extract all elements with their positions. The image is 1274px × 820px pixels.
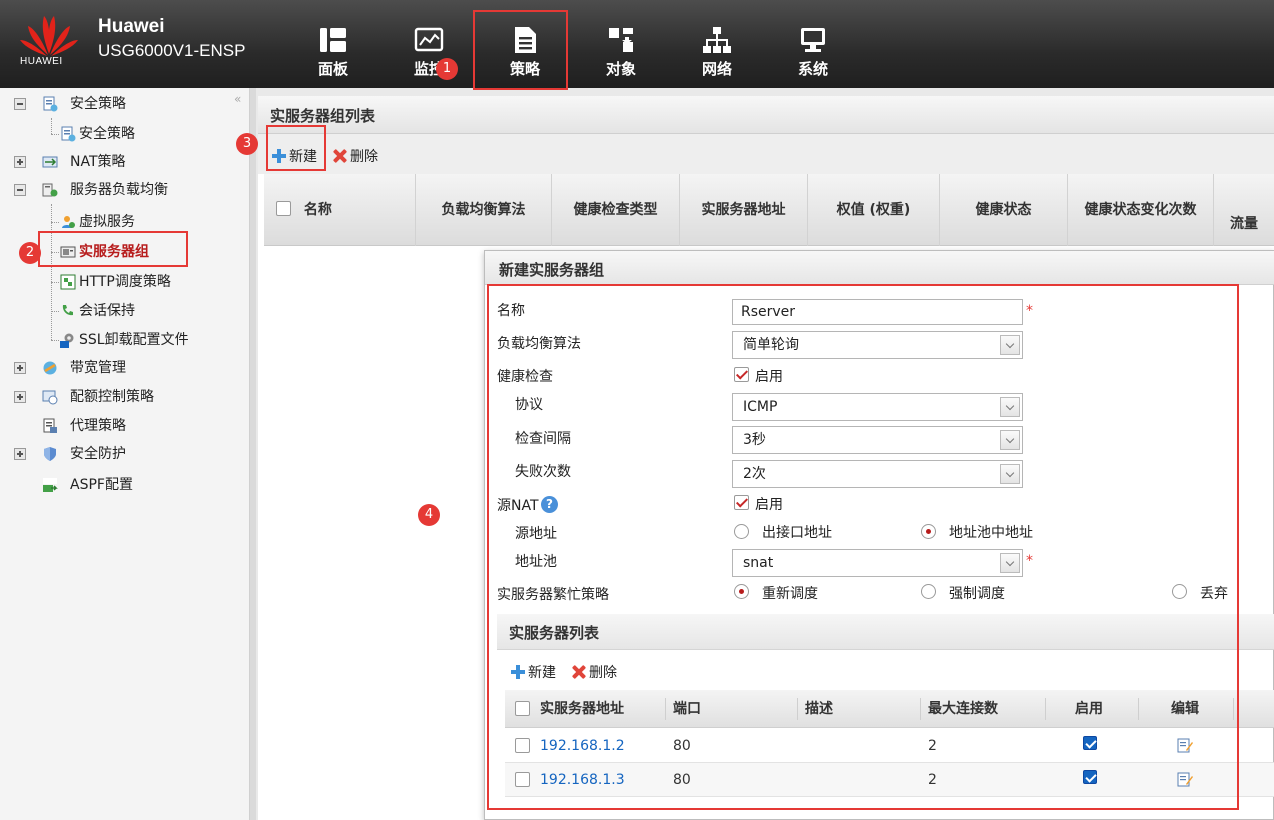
top-bar: HUAWEI Huawei USG6000V1-ENSP 面板 监控 策略 对象… bbox=[0, 0, 1274, 88]
highlight-real-server-group bbox=[38, 231, 188, 267]
sidebar-item-label: 安全防护 bbox=[70, 446, 126, 462]
delete-button-label: 删除 bbox=[350, 149, 378, 165]
highlight-nav-policy bbox=[473, 10, 568, 90]
list-panel-header: 实服务器组列表 bbox=[258, 96, 1274, 134]
panel-title: 实服务器组列表 bbox=[270, 107, 376, 125]
system-computer-icon bbox=[801, 28, 825, 52]
highlight-new-button bbox=[266, 125, 326, 171]
object-icon bbox=[609, 28, 633, 52]
nav-label: 系统 bbox=[797, 60, 828, 78]
highlight-dialog-form bbox=[487, 284, 1239, 810]
sidebar-item-label: HTTP调度策略 bbox=[79, 274, 171, 290]
sidebar-splitter[interactable] bbox=[250, 88, 256, 820]
shield-icon bbox=[44, 447, 56, 461]
device-model: USG6000V1-ENSP bbox=[98, 41, 246, 60]
dashboard-icon bbox=[320, 28, 346, 52]
list-toolbar: 新建 删除 bbox=[258, 134, 1274, 174]
nav-dashboard[interactable]: 面板 bbox=[287, 0, 379, 88]
logo-text: HUAWEI bbox=[20, 56, 63, 67]
nav-label: 面板 bbox=[317, 60, 348, 78]
col-health-check-type[interactable]: 健康检查类型 bbox=[552, 174, 680, 246]
phone-session-icon bbox=[62, 305, 73, 316]
http-policy-icon bbox=[60, 274, 76, 290]
collapse-icon[interactable] bbox=[14, 184, 26, 196]
proxy-policy-icon bbox=[43, 418, 57, 433]
tree-line bbox=[51, 118, 52, 134]
sidebar-item-label: 配额控制策略 bbox=[70, 389, 154, 405]
nav-network[interactable]: 网络 bbox=[671, 0, 763, 88]
nav-label: 网络 bbox=[701, 60, 732, 78]
select-all-checkbox[interactable] bbox=[276, 201, 291, 216]
bandwidth-icon bbox=[43, 361, 57, 375]
col-health-status[interactable]: 健康状态 bbox=[940, 174, 1068, 246]
col-health-change-count[interactable]: 健康状态变化次数 bbox=[1068, 174, 1214, 246]
tree-line bbox=[51, 204, 52, 340]
tree-line bbox=[51, 340, 59, 341]
delete-button[interactable]: 删除 bbox=[333, 146, 378, 166]
sidebar-item-label: ASPF配置 bbox=[70, 477, 133, 493]
nav-label: 监控 bbox=[413, 60, 444, 78]
collapse-icon[interactable] bbox=[14, 98, 26, 110]
sidebar-item-label: 安全策略 bbox=[70, 96, 126, 112]
sidebar-item-label: SSL卸载配置文件 bbox=[79, 332, 189, 348]
sidebar-item-label: 代理策略 bbox=[70, 418, 126, 434]
step-badge-4: 4 bbox=[418, 504, 440, 526]
server-load-balance-icon bbox=[42, 183, 58, 197]
col-server-address[interactable]: 实服务器地址 bbox=[680, 174, 808, 246]
step-badge-1: 1 bbox=[436, 58, 458, 80]
nat-icon bbox=[42, 156, 58, 168]
col-weight[interactable]: 权值 (权重) bbox=[808, 174, 940, 246]
nav-monitor[interactable]: 监控 bbox=[383, 0, 475, 88]
col-name[interactable]: 名称 bbox=[264, 174, 416, 246]
security-policy-icon bbox=[61, 126, 76, 142]
collapse-sidebar-icon[interactable]: « bbox=[234, 92, 241, 106]
dialog-title: 新建实服务器组 bbox=[499, 261, 605, 279]
virtual-service-icon bbox=[62, 216, 75, 228]
tree-line bbox=[51, 311, 59, 312]
step-badge-2: 2 bbox=[19, 242, 41, 264]
brand: Huawei USG6000V1-ENSP bbox=[98, 16, 245, 62]
security-policy-icon bbox=[43, 96, 58, 112]
expand-icon[interactable] bbox=[14, 156, 26, 168]
expand-icon[interactable] bbox=[14, 362, 26, 374]
brand-name: Huawei bbox=[98, 16, 165, 37]
sidebar-item-label: 带宽管理 bbox=[70, 360, 126, 376]
tree-line bbox=[51, 282, 59, 283]
col-algorithm[interactable]: 负载均衡算法 bbox=[416, 174, 552, 246]
tree-line bbox=[51, 222, 59, 223]
nav-system[interactable]: 系统 bbox=[767, 0, 859, 88]
ssl-gear-icon bbox=[60, 333, 74, 348]
expand-icon[interactable] bbox=[14, 448, 26, 460]
aspf-icon bbox=[43, 478, 58, 492]
step-badge-3: 3 bbox=[236, 133, 258, 155]
tree-line bbox=[51, 134, 59, 135]
nav-label: 对象 bbox=[605, 60, 636, 78]
delete-x-icon bbox=[333, 149, 347, 163]
sidebar-item-label: 会话保持 bbox=[79, 303, 135, 319]
quota-icon bbox=[42, 390, 58, 405]
network-icon bbox=[703, 27, 731, 53]
dialog-title-bar: 新建实服务器组 bbox=[485, 251, 1274, 285]
sidebar-item-label: 安全策略 bbox=[79, 126, 135, 142]
list-table-header: 名称 负载均衡算法 健康检查类型 实服务器地址 权值 (权重) 健康状态 健康状… bbox=[264, 174, 1274, 246]
col-traffic[interactable]: 流量 bbox=[1214, 174, 1274, 246]
sidebar-item-label: NAT策略 bbox=[70, 154, 126, 170]
monitor-chart-icon bbox=[414, 27, 444, 52]
expand-icon[interactable] bbox=[14, 391, 26, 403]
sidebar-item-label: 服务器负载均衡 bbox=[70, 182, 168, 198]
nav-object[interactable]: 对象 bbox=[575, 0, 667, 88]
